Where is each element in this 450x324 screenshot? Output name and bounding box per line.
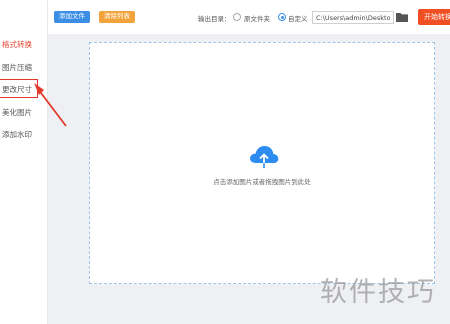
radio-custom-label: 自定义 — [288, 15, 308, 23]
cloud-upload-icon — [250, 146, 279, 168]
radio-custom[interactable] — [278, 13, 286, 21]
highlight-box — [0, 79, 38, 98]
radio-original-folder[interactable] — [233, 13, 241, 21]
sidebar-item-format-convert[interactable]: 格式转换 — [2, 39, 32, 50]
watermark-text: 软件技巧 — [320, 277, 436, 308]
add-files-button[interactable]: 添加文件 — [54, 11, 90, 23]
clear-list-button[interactable]: 清除列表 — [99, 11, 135, 23]
output-dir-label: 输出目录： — [198, 15, 231, 23]
folder-icon[interactable] — [396, 12, 408, 22]
start-convert-button[interactable]: 开始转换 — [418, 9, 450, 25]
sidebar-item-compress[interactable]: 图片压缩 — [2, 62, 32, 73]
sidebar: 格式转换 图片压缩 更改尺寸 美化图片 添加水印 — [0, 0, 48, 324]
radio-original-label: 原文件夹 — [244, 15, 270, 23]
output-path-input[interactable] — [312, 11, 394, 24]
sidebar-item-beautify[interactable]: 美化图片 — [2, 107, 32, 118]
sidebar-item-watermark[interactable]: 添加水印 — [2, 129, 32, 140]
drop-zone[interactable]: 点击添加图片或者拖拽图片到此处 — [89, 42, 435, 284]
drop-hint-text: 点击添加图片或者拖拽图片到此处 — [213, 178, 311, 186]
toolbar: 添加文件 清除列表 输出目录： 原文件夹 自定义 开始转换 — [48, 0, 450, 34]
